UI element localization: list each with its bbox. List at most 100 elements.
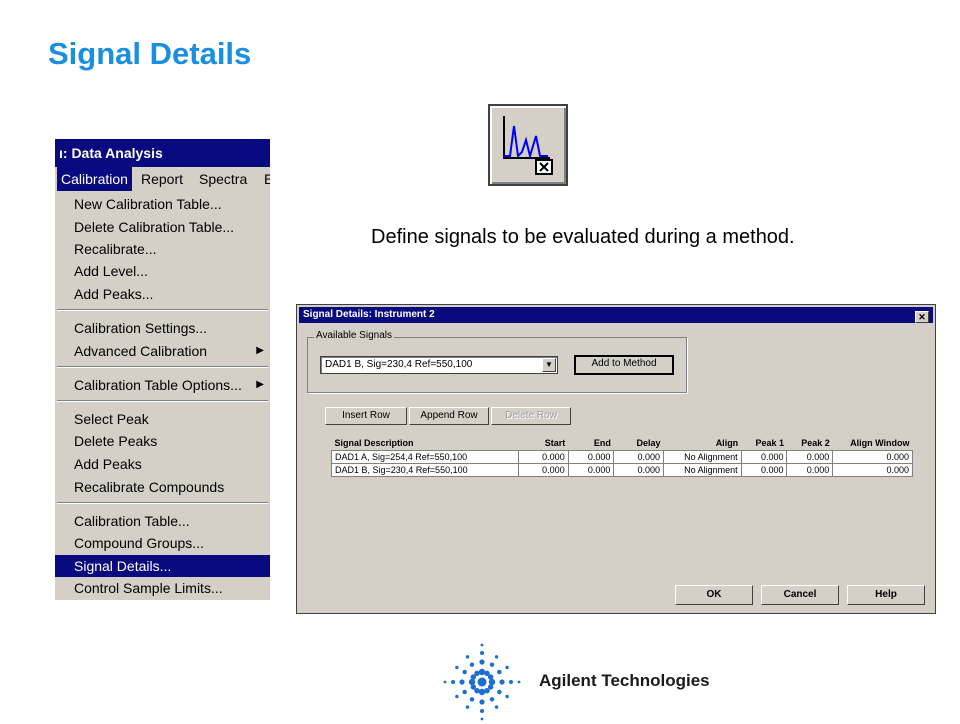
menu-separator [57,400,268,402]
logo-dot [494,705,499,709]
table-cell[interactable]: No Alignment [663,450,742,464]
table-cell[interactable]: 0.000 [567,463,615,477]
table-cell[interactable]: 0.000 [613,450,665,464]
logo-dot [497,689,502,695]
logo-dot [465,655,470,659]
table-cell[interactable]: 0.000 [740,450,788,464]
menubar-report[interactable]: Report [137,167,187,191]
col-header: Signal Description [334,438,414,448]
col-header: Align [715,438,739,448]
logo-dot [468,678,476,686]
table-cell[interactable]: DAD1 B, Sig=230,4 Ref=550,100 [330,463,520,477]
menu-item-compound-groups[interactable]: Compound Groups... [55,532,270,554]
table-row[interactable]: DAD1 A, Sig=254,4 Ref=550,100 0.000 0.00… [330,450,913,464]
agilent-spark-logo-icon [443,643,521,721]
table-cell[interactable]: 0.000 [786,450,834,464]
logo-dot [455,665,459,670]
logo-dot [488,678,496,686]
logo-dot [469,697,475,702]
logo-dot [462,689,467,695]
help-button[interactable]: Help [847,585,925,605]
available-signals-label: Available Signals [314,330,394,341]
chevron-down-icon[interactable]: ▼ [542,358,556,372]
menu-item-signal-details[interactable]: Signal Details... [55,555,270,577]
menu-item-add-peaks[interactable]: Add Peaks... [55,283,270,305]
table-cell[interactable]: DAD1 A, Sig=254,4 Ref=550,100 [330,450,520,464]
menubar-calibration[interactable]: Calibration [57,167,132,191]
logo-dot [480,643,484,647]
logo-dot [477,677,487,687]
logo-dot [479,699,485,705]
menu-item-calibration-table-options[interactable]: Calibration Table Options... ▶ [55,374,270,396]
logo-dot [505,694,509,699]
menu-item-label: Advanced Calibration [74,343,208,359]
logo-dot [494,655,499,659]
signals-table: Signal Description Start End Delay Align… [330,436,913,477]
table-cell[interactable]: 0.000 [613,463,665,477]
signal-details-toolbar-icon[interactable] [488,104,568,186]
company-name: Agilent Technologies [539,671,710,690]
logo-dot [489,697,495,702]
append-row-button[interactable]: Append Row [409,407,489,425]
logo-dot [505,665,509,670]
slide-title: Signal Details [48,36,252,71]
menu-item-add-level[interactable]: Add Level... [55,260,270,282]
table-cell[interactable]: 0.000 [786,463,834,477]
menu-item-delete-peaks[interactable]: Delete Peaks [55,430,270,452]
submenu-arrow-icon: ▶ [256,345,264,356]
ok-button[interactable]: OK [675,585,753,605]
submenu-arrow-icon: ▶ [256,379,264,390]
table-cell[interactable]: 0.000 [832,450,913,464]
logo-dot [517,680,521,684]
logo-dot [479,659,485,665]
logo-dot [469,662,475,667]
table-cell[interactable]: 0.000 [740,463,788,477]
menu-item-control-sample-limits[interactable]: Control Sample Limits... [55,577,270,599]
insert-row-button[interactable]: Insert Row [325,407,407,425]
table-cell[interactable]: No Alignment [663,463,742,477]
logo-dot [443,680,447,684]
table-cell[interactable]: 0.000 [832,463,913,477]
available-signals-select[interactable]: DAD1 B, Sig=230,4 Ref=550,100 ▼ [320,356,558,374]
selected-signal-value: DAD1 B, Sig=230,4 Ref=550,100 [325,359,473,370]
cancel-button[interactable]: Cancel [761,585,839,605]
menu-item-new-calibration-table[interactable]: New Calibration Table... [55,193,270,215]
chromatogram-icon [503,116,553,175]
dialog-title: Signal Details: Instrument 2 [303,309,435,320]
table-cell[interactable]: 0.000 [567,450,615,464]
menu-item-delete-calibration-table[interactable]: Delete Calibration Table... [55,216,270,238]
col-header: Align Window [850,438,910,448]
menu-item-add-peaks-2[interactable]: Add Peaks [55,453,270,475]
menubar: Calibration Report Spectra E [55,167,270,191]
logo-dot [455,694,459,699]
delete-row-button[interactable]: Delete Row [491,407,571,425]
table-header-row: Signal Description Start End Delay Align… [332,436,913,451]
menu-separator [57,366,268,368]
logo-dot [509,680,513,684]
add-to-method-button[interactable]: Add to Method [574,355,674,375]
logo-dot [499,679,505,685]
close-icon[interactable]: ✕ [915,311,929,323]
table-row[interactable]: DAD1 B, Sig=230,4 Ref=550,100 0.000 0.00… [330,463,913,477]
logo-dot [451,680,455,684]
col-header: Peak 2 [801,438,830,448]
menu-item-select-peak[interactable]: Select Peak [55,408,270,430]
menu-item-calibration-table[interactable]: Calibration Table... [55,510,270,532]
menu-item-calibration-settings[interactable]: Calibration Settings... [55,317,270,339]
logo-dot [459,679,465,685]
logo-dot [489,662,495,667]
logo-dot [480,651,484,655]
window-titlebar: ı: Data Analysis [55,139,270,167]
menu-item-recalibrate-compounds[interactable]: Recalibrate Compounds [55,476,270,498]
signal-details-dialog: Signal Details: Instrument 2 ✕ Available… [296,304,936,614]
dialog-titlebar: Signal Details: Instrument 2 ✕ [299,307,933,323]
table-cell[interactable]: 0.000 [518,450,569,464]
menu-item-recalibrate[interactable]: Recalibrate... [55,238,270,260]
menu-item-label: Calibration Table Options... [74,377,242,393]
menu-item-advanced-calibration[interactable]: Advanced Calibration ▶ [55,340,270,362]
slide-description: Define signals to be evaluated during a … [371,226,795,248]
menubar-spectra[interactable]: Spectra [195,167,251,191]
table-cell[interactable]: 0.000 [518,463,569,477]
menu-separator [57,502,268,504]
menubar-edit[interactable]: E [260,167,270,191]
